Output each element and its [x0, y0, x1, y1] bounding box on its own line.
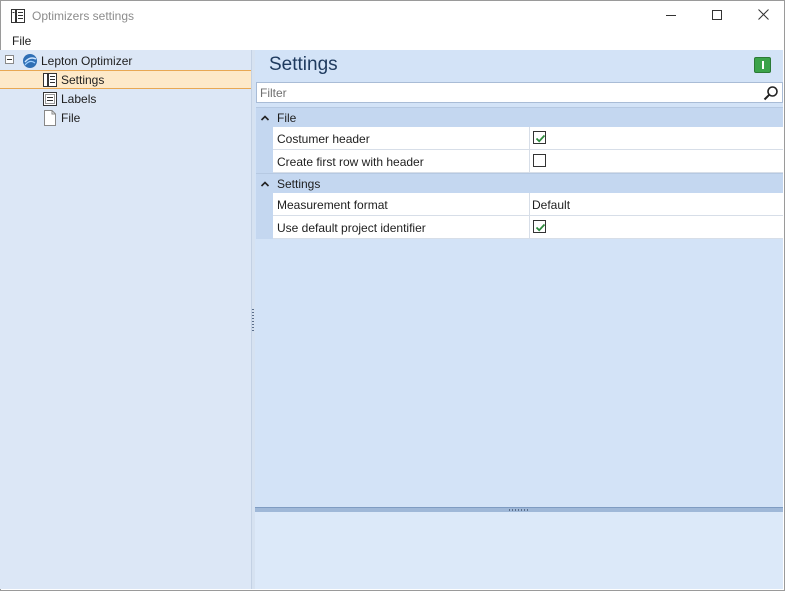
- column-divider[interactable]: [529, 216, 530, 239]
- menu-file[interactable]: File: [12, 34, 31, 48]
- chevron-up-icon[interactable]: [260, 178, 270, 188]
- splitter-grip-icon: [252, 309, 254, 331]
- menu-bar: File: [1, 31, 784, 51]
- maximize-icon: [712, 9, 722, 23]
- minimize-icon: [666, 9, 676, 23]
- maximize-button[interactable]: [694, 1, 740, 31]
- property-name: Measurement format: [277, 198, 388, 212]
- column-divider[interactable]: [529, 150, 530, 173]
- tree-item-labels[interactable]: Labels: [42, 89, 96, 108]
- row-margin: [256, 193, 273, 216]
- collapse-toggle[interactable]: [5, 55, 14, 64]
- window-title: Optimizers settings: [32, 9, 135, 23]
- measurement-format-value[interactable]: Default: [532, 198, 570, 212]
- tree-item-label: Settings: [61, 72, 105, 87]
- property-grid: File Costumer header Create first row wi…: [256, 107, 783, 239]
- search-icon[interactable]: [763, 85, 779, 101]
- column-divider[interactable]: [529, 193, 530, 216]
- property-name: Costumer header: [277, 132, 370, 146]
- property-row: Create first row with header: [256, 150, 783, 173]
- tree-item-lepton-optimizer[interactable]: Lepton Optimizer: [22, 51, 132, 70]
- create-first-row-checkbox[interactable]: [533, 154, 546, 167]
- row-margin: [256, 150, 273, 173]
- page-title: Settings: [269, 54, 338, 75]
- property-row: Use default project identifier: [256, 216, 783, 239]
- category-settings[interactable]: Settings: [256, 173, 783, 193]
- property-name: Create first row with header: [277, 155, 424, 169]
- property-row: Measurement format Default: [256, 193, 783, 216]
- labels-icon: [42, 91, 58, 107]
- category-label: Settings: [277, 177, 321, 191]
- chevron-up-icon[interactable]: [260, 112, 270, 122]
- minimize-button[interactable]: [648, 1, 694, 31]
- info-button[interactable]: [754, 57, 771, 73]
- filter-box[interactable]: [256, 82, 783, 103]
- close-button[interactable]: [740, 1, 785, 31]
- globe-icon: [22, 53, 38, 69]
- property-name: Use default project identifier: [277, 221, 426, 235]
- row-margin: [256, 127, 273, 150]
- tree-item-label: Lepton Optimizer: [41, 53, 133, 68]
- tree-item-label: File: [61, 110, 81, 125]
- tree-item-settings[interactable]: Settings: [0, 70, 251, 89]
- splitter-grip-icon: [509, 509, 529, 511]
- tree-item-label: Labels: [61, 91, 97, 106]
- close-icon: [757, 9, 769, 23]
- title-bar[interactable]: Optimizers settings: [1, 1, 784, 31]
- tree-item-file[interactable]: File: [42, 108, 80, 127]
- category-file[interactable]: File: [256, 107, 783, 127]
- use-default-project-identifier-checkbox[interactable]: [533, 220, 546, 233]
- property-row: Costumer header: [256, 127, 783, 150]
- settings-document-icon: [10, 8, 26, 24]
- column-divider[interactable]: [529, 127, 530, 150]
- settings-document-icon: [42, 72, 58, 88]
- description-panel: [255, 512, 783, 589]
- costumer-header-checkbox[interactable]: [533, 131, 546, 144]
- file-icon: [42, 109, 58, 126]
- category-label: File: [277, 111, 297, 125]
- filter-input[interactable]: [260, 84, 755, 101]
- row-margin: [256, 216, 273, 239]
- settings-tree: [0, 50, 251, 589]
